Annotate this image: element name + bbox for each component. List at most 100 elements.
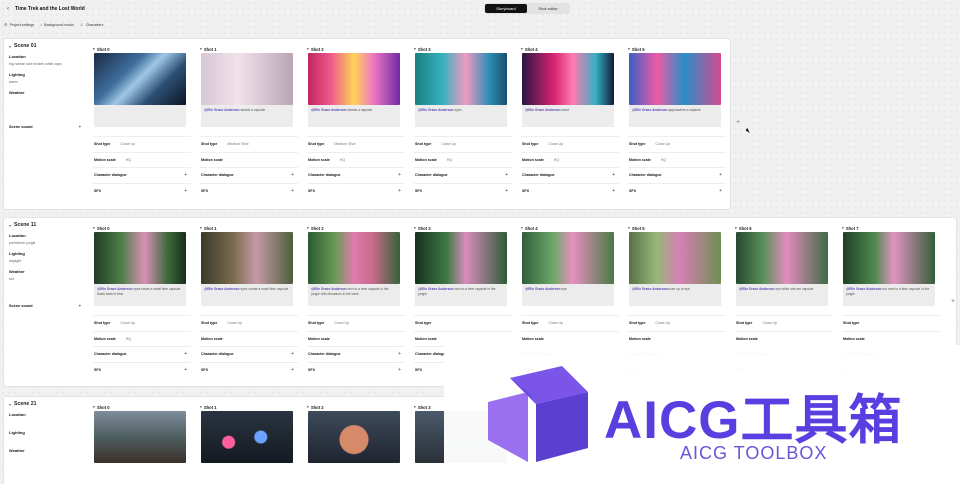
add-icon[interactable]: + xyxy=(79,125,81,129)
add-icon[interactable]: + xyxy=(184,172,187,178)
character-dialogue-row[interactable]: Character dialogue + xyxy=(93,346,191,362)
chevron-down-icon[interactable]: ▾ xyxy=(9,402,11,407)
character-mention[interactable]: @Elle Grace Anderson xyxy=(632,108,668,112)
row-value[interactable]: HQ xyxy=(126,158,131,162)
character-dialogue-row[interactable]: Character dialogue + xyxy=(93,167,191,183)
row-value[interactable]: Close Up xyxy=(334,321,349,325)
shot-type-row[interactable]: Shot type Close Up xyxy=(93,136,191,152)
motion-scale-row[interactable]: Motion scale xyxy=(842,330,940,347)
add-shot-icon[interactable]: + xyxy=(736,119,740,126)
sfx-row[interactable]: SFX + xyxy=(414,182,512,199)
shot-type-row[interactable]: Shot type Medium Shot xyxy=(307,136,405,152)
motion-scale-row[interactable]: Motion scale xyxy=(414,330,512,347)
motion-scale-row[interactable]: Motion scale HQ xyxy=(93,151,191,168)
tab-storyboard[interactable]: Storyboard xyxy=(485,4,527,13)
scene-lighting-value[interactable]: daylight xyxy=(9,259,84,265)
sfx-row[interactable]: SFX + xyxy=(521,182,619,199)
shot-type-row[interactable]: Shot type Close Up xyxy=(735,315,833,331)
sfx-row[interactable]: SFX + xyxy=(307,361,405,378)
shot-type-row[interactable]: Shot type Close Up xyxy=(93,315,191,331)
add-icon[interactable]: + xyxy=(291,188,294,194)
shot-image[interactable] xyxy=(629,53,721,105)
add-icon[interactable]: + xyxy=(184,188,187,194)
shot-image[interactable] xyxy=(415,53,507,105)
character-mention[interactable]: @Elle Grace Anderson xyxy=(311,287,347,291)
characters-link[interactable]: ☺ Characters xyxy=(80,22,104,27)
shot-image[interactable] xyxy=(522,232,614,284)
shot-description[interactable]: @Elle Grace Andersonclose up of eye xyxy=(629,284,721,306)
shot-type-row[interactable]: Shot type Close Up xyxy=(521,315,619,331)
character-mention[interactable]: @Elle Grace Anderson xyxy=(97,287,133,291)
motion-scale-row[interactable]: Motion scale xyxy=(200,151,298,168)
row-value[interactable]: Medium Shot xyxy=(227,142,248,146)
row-value[interactable]: HQ xyxy=(126,337,131,341)
shot-image[interactable] xyxy=(843,232,935,284)
scene-weather-value[interactable] xyxy=(9,456,84,462)
character-dialogue-row[interactable]: Character dialogue + xyxy=(521,167,619,183)
shot-card[interactable]: ▾ Shot 0 @Elle Grace Anderson eyes treats … xyxy=(93,224,191,377)
add-icon[interactable]: + xyxy=(79,304,81,308)
shot-card[interactable]: ▾ Shot 1 xyxy=(200,403,298,463)
chevron-down-icon[interactable]: ▾ xyxy=(521,47,523,51)
chevron-down-icon[interactable]: ▾ xyxy=(414,47,416,51)
character-mention[interactable]: @Elle Grace Anderson xyxy=(418,287,454,291)
character-mention[interactable]: @Elle Grace Anderson xyxy=(846,287,882,291)
character-dialogue-row[interactable]: Character dialogue + xyxy=(200,346,298,362)
motion-scale-row[interactable]: Motion scale HQ xyxy=(93,330,191,347)
scene-weather-value[interactable]: hot xyxy=(9,277,84,283)
add-icon[interactable]: + xyxy=(398,172,401,178)
character-dialogue-row[interactable]: Character dialogue + xyxy=(200,167,298,183)
sfx-row[interactable]: SFX + xyxy=(93,182,191,199)
add-icon[interactable]: + xyxy=(398,351,401,357)
chevron-down-icon[interactable]: ▾ xyxy=(93,405,95,409)
shot-card[interactable]: ▾ Shot 5 @Elle Grace Anderson approaches a… xyxy=(628,45,726,198)
row-value[interactable]: HQ xyxy=(661,158,666,162)
shot-image[interactable] xyxy=(415,232,507,284)
motion-scale-row[interactable]: Motion scale HQ xyxy=(521,151,619,168)
shot-description[interactable]: @Elle Grace Anderson approaches a capsul… xyxy=(629,105,721,127)
shot-type-row[interactable]: Shot type Close Up xyxy=(628,315,726,331)
chevron-down-icon[interactable]: ▾ xyxy=(200,226,202,230)
row-value[interactable]: Close Up xyxy=(548,321,563,325)
shot-type-row[interactable]: Shot type Close Up xyxy=(307,315,405,331)
row-value[interactable]: Close Up xyxy=(120,321,135,325)
row-value[interactable]: Close Up xyxy=(441,142,456,146)
chevron-left-icon[interactable]: ‹ xyxy=(7,6,9,12)
character-dialogue-row[interactable]: Character dialogue + xyxy=(307,167,405,183)
row-value[interactable]: Medium Shot xyxy=(334,142,355,146)
shot-card[interactable]: ▾ Shot 1 @Elle Grace Anderson stands a cap… xyxy=(200,45,298,198)
shot-image[interactable] xyxy=(308,53,400,105)
character-mention[interactable]: @Elle Grace Anderson xyxy=(525,287,561,291)
shot-image[interactable] xyxy=(308,411,400,463)
row-value[interactable]: Close Up xyxy=(655,142,670,146)
add-icon[interactable]: + xyxy=(184,367,187,373)
sfx-row[interactable]: SFX + xyxy=(200,361,298,378)
sfx-row[interactable]: SFX + xyxy=(93,361,191,378)
chevron-down-icon[interactable]: ▾ xyxy=(9,223,11,228)
motion-scale-row[interactable]: Motion scale xyxy=(735,330,833,347)
character-mention[interactable]: @Elle Grace Anderson xyxy=(311,108,347,112)
character-mention[interactable]: @Elle Grace Anderson xyxy=(632,287,668,291)
row-value[interactable]: Close Up xyxy=(548,142,563,146)
add-icon[interactable]: + xyxy=(291,367,294,373)
shot-type-row[interactable]: Shot type xyxy=(414,315,512,331)
shot-description[interactable]: @Elle Grace Anderson eyes create a small… xyxy=(201,284,293,306)
shot-image[interactable] xyxy=(308,232,400,284)
shot-description[interactable]: @Elle Grace Anderson stands a capsule xyxy=(201,105,293,127)
sfx-row[interactable]: SFX + xyxy=(307,182,405,199)
shot-description[interactable]: @Elle Grace Anderson eyes treats a small… xyxy=(94,284,186,306)
shot-image[interactable] xyxy=(201,232,293,284)
row-value[interactable]: Close Up xyxy=(762,321,777,325)
add-icon[interactable]: + xyxy=(398,367,401,373)
motion-scale-row[interactable]: Motion scale HQ xyxy=(307,151,405,168)
shot-card[interactable]: ▾ Shot 0 Shot type Close Up Motion scale HQ Ch… xyxy=(93,45,191,198)
shot-card[interactable]: ▾ Shot 3 @Elle Grace Anderson eyes Shot typ… xyxy=(414,45,512,198)
add-icon[interactable]: + xyxy=(291,351,294,357)
character-mention[interactable]: @Elle Grace Anderson xyxy=(739,287,775,291)
shot-image[interactable] xyxy=(94,411,186,463)
add-icon[interactable]: + xyxy=(505,188,508,194)
scene-location-value[interactable]: big human size broken white caps xyxy=(9,62,84,68)
chevron-down-icon[interactable]: ▾ xyxy=(842,226,844,230)
chevron-down-icon[interactable]: ▾ xyxy=(307,405,309,409)
shot-card[interactable]: ▾ Shot 2 xyxy=(307,403,405,463)
